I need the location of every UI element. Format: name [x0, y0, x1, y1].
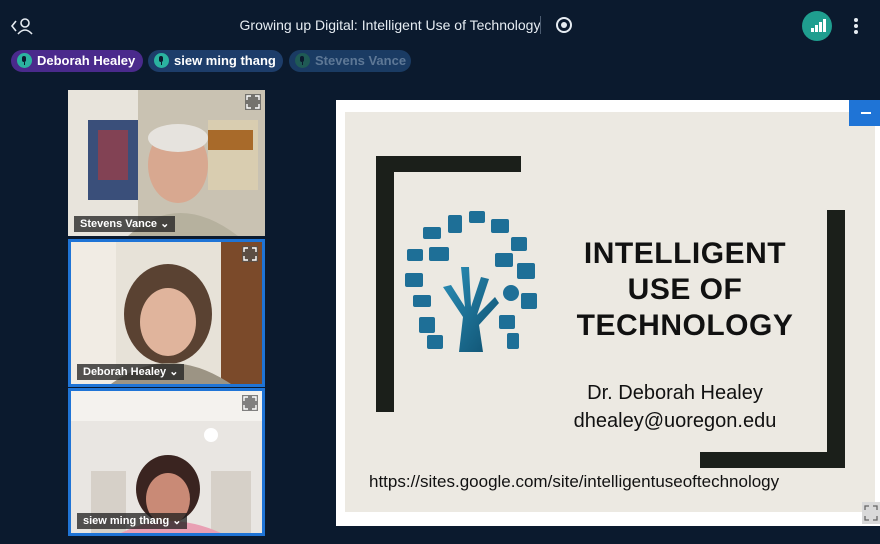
video-name-tag[interactable]: Deborah Healey ⌄: [77, 364, 185, 380]
slide-frame-decoration: [827, 210, 845, 468]
video-name-label: Stevens Vance: [80, 218, 158, 230]
expand-icon[interactable]: [245, 94, 261, 110]
video-name-label: Deborah Healey: [83, 366, 167, 378]
top-bar: Growing up Digital: Intelligent Use of T…: [0, 0, 880, 50]
more-vertical-icon[interactable]: [850, 16, 862, 36]
slide-frame-decoration: [376, 156, 394, 412]
participant-pill-stevens-vance[interactable]: Stevens Vance: [289, 50, 411, 72]
slide-author-block: Dr. Deborah Healey dhealey@uoregon.edu: [540, 379, 810, 435]
record-icon[interactable]: [556, 17, 572, 33]
expand-icon[interactable]: [242, 246, 258, 262]
slide-title: INTELLIGENT USE OF TECHNOLOGY: [570, 236, 800, 344]
video-tile-deborah-healey[interactable]: Deborah Healey ⌄: [68, 239, 265, 387]
video-name-tag[interactable]: Stevens Vance ⌄: [74, 216, 176, 232]
participant-pill-deborah-healey[interactable]: Deborah Healey: [11, 50, 143, 72]
participant-pill-siew-ming-thang[interactable]: siew ming thang: [148, 50, 283, 72]
chevron-down-icon: ⌄: [169, 366, 179, 378]
participant-video: [71, 391, 262, 533]
technology-tree-illustration: [405, 211, 537, 352]
microphone-icon: [17, 53, 32, 68]
video-tile-siew-ming-thang[interactable]: siew ming thang ⌄: [68, 388, 265, 536]
shared-screen[interactable]: INTELLIGENT USE OF TECHNOLOGY Dr. Debora…: [336, 100, 880, 526]
slide-frame-decoration: [376, 156, 521, 172]
video-tile-stevens-vance[interactable]: Stevens Vance ⌄: [68, 90, 265, 236]
slide-title-line: USE OF: [627, 273, 743, 306]
microphone-icon: [154, 53, 169, 68]
participant-name: siew ming thang: [174, 53, 276, 68]
slide-author: Dr. Deborah Healey: [587, 382, 763, 404]
presentation-slide: INTELLIGENT USE OF TECHNOLOGY Dr. Debora…: [345, 112, 875, 512]
minimize-icon[interactable]: [849, 100, 880, 126]
video-name-label: siew ming thang: [83, 515, 170, 527]
chevron-down-icon: ⌄: [160, 218, 170, 230]
slide-url: https://sites.google.com/site/intelligen…: [369, 472, 780, 491]
signal-strength-icon[interactable]: [802, 11, 832, 41]
expand-icon[interactable]: [862, 502, 880, 524]
title-divider: [540, 16, 541, 34]
slide-title-line: INTELLIGENT: [583, 237, 787, 270]
participant-name: Deborah Healey: [37, 53, 136, 68]
slide-frame-decoration: [700, 452, 845, 468]
microphone-icon: [295, 53, 310, 68]
participant-video: [71, 242, 262, 384]
chevron-down-icon: ⌄: [172, 515, 182, 527]
meeting-title-container: Growing up Digital: Intelligent Use of T…: [0, 17, 880, 33]
slide-email: dhealey@uoregon.edu: [573, 410, 777, 432]
participant-video: [68, 90, 265, 236]
expand-icon[interactable]: [242, 395, 258, 411]
participant-name: Stevens Vance: [315, 53, 407, 68]
video-name-tag[interactable]: siew ming thang ⌄: [77, 513, 188, 529]
slide-title-line: TECHNOLOGY: [576, 309, 794, 342]
meeting-title: Growing up Digital: Intelligent Use of T…: [239, 17, 541, 33]
